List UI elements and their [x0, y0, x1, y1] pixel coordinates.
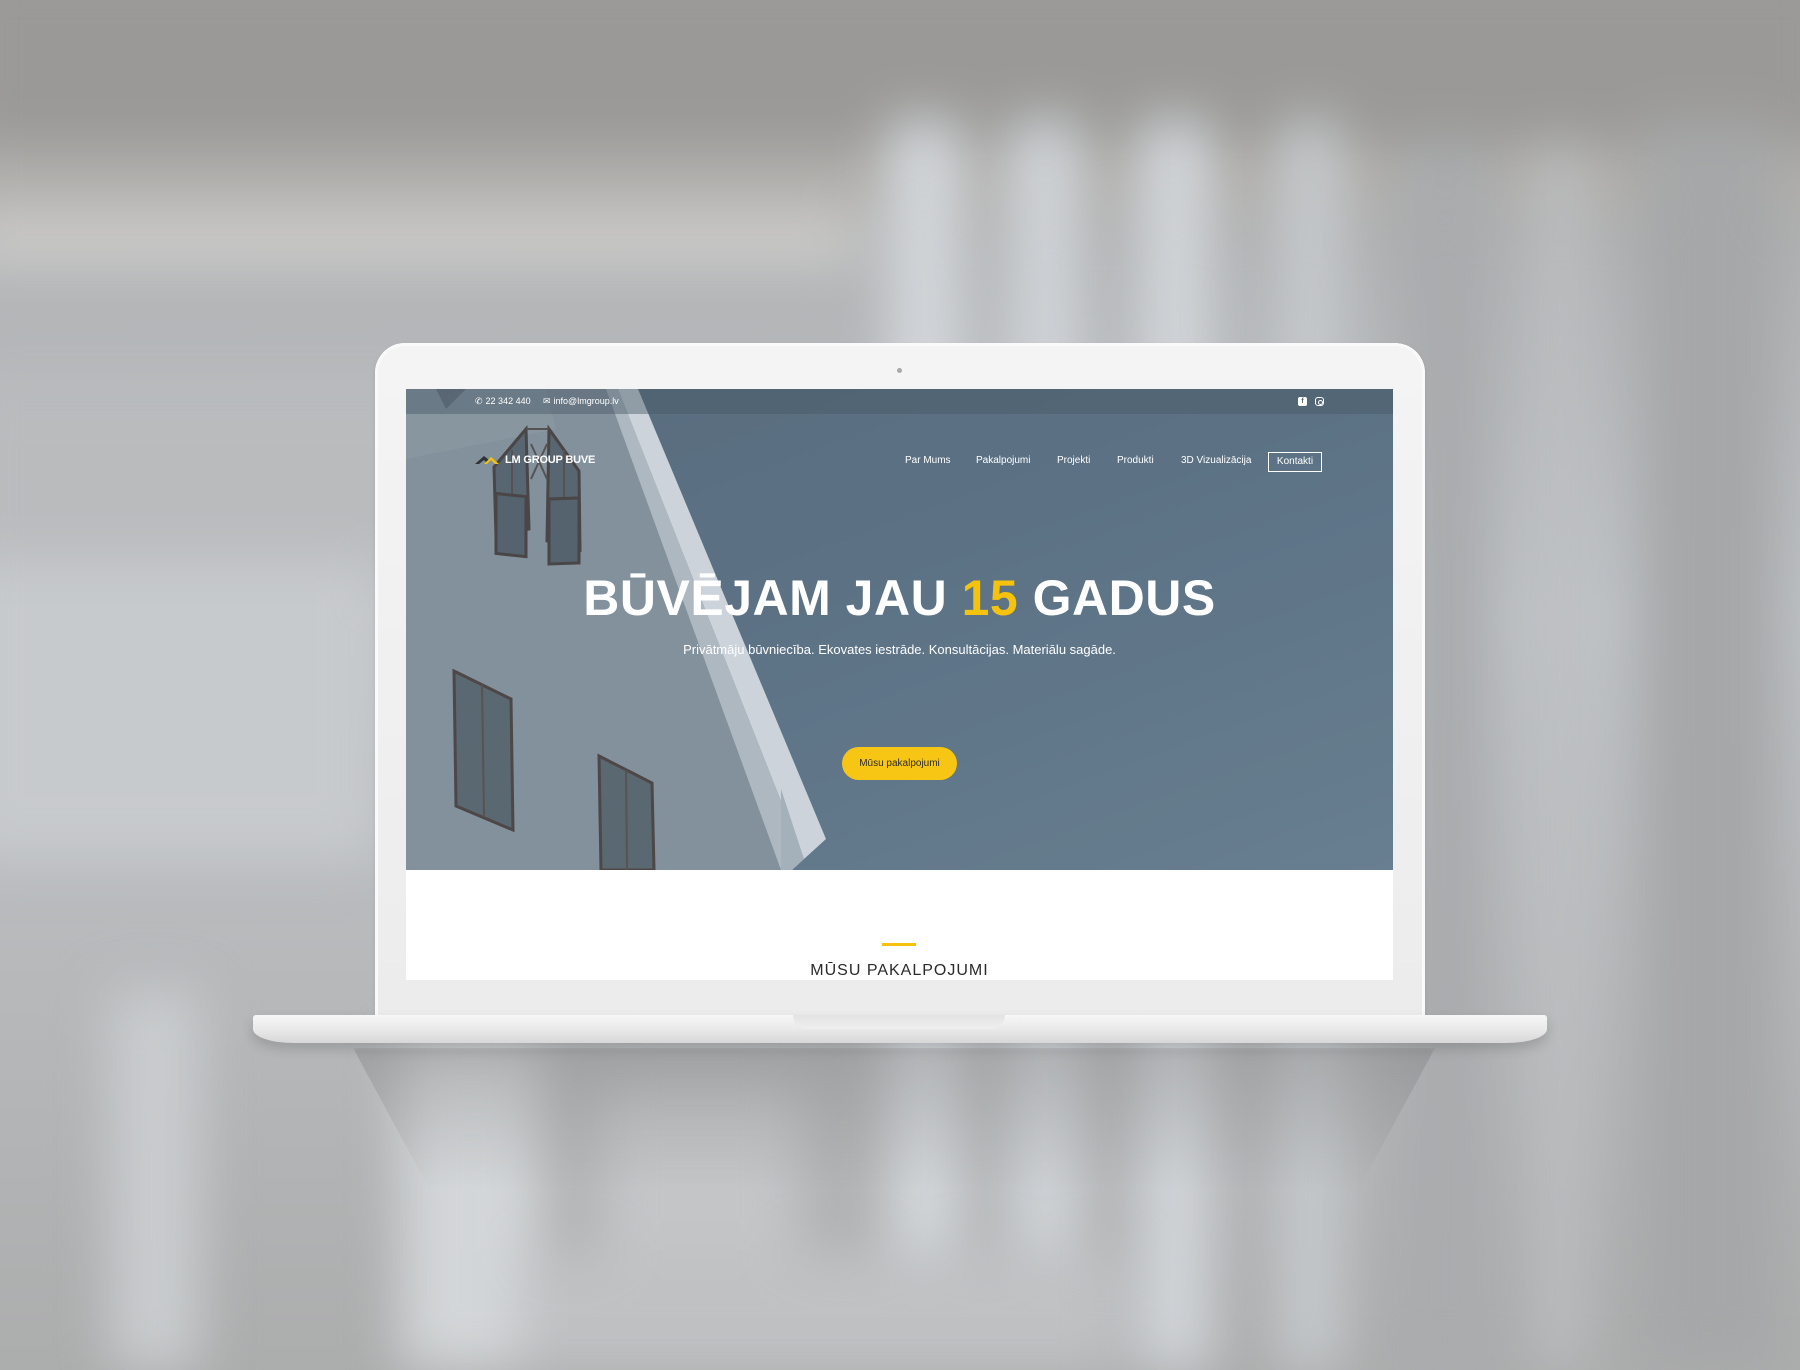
hero-title-accent: 15 [961, 570, 1019, 626]
camera-dot [897, 368, 902, 373]
instagram-icon[interactable] [1315, 397, 1324, 406]
email-address: info@lmgroup.lv [553, 396, 619, 406]
hero-section: ✆ 22 342 440 ✉ info@lmgroup.lv f LM GROU… [406, 389, 1393, 870]
top-contact-bar: ✆ 22 342 440 ✉ info@lmgroup.lv f [406, 389, 1393, 414]
hero-subtitle: Privātmāju būvniecība. Ekovates iestrāde… [683, 642, 1116, 657]
facebook-icon[interactable]: f [1298, 397, 1307, 406]
site-logo[interactable]: LM GROUP BUVE [475, 454, 595, 466]
nav-item-produkti[interactable]: Produkti [1117, 455, 1154, 466]
section-title: MŪSU PAKALPOJUMI [810, 962, 989, 979]
roof-logo-icon [475, 456, 499, 464]
laptop-screen: ✆ 22 342 440 ✉ info@lmgroup.lv f LM GROU… [406, 389, 1393, 980]
section-accent-line [882, 943, 916, 946]
phone-icon: ✆ [475, 395, 483, 406]
nav-item-3d-vizualizacija[interactable]: 3D Vizualizācija [1181, 455, 1251, 466]
phone-number: 22 342 440 [485, 396, 531, 406]
laptop-notch [793, 1015, 1005, 1029]
nav-item-par-mums[interactable]: Par Mums [905, 455, 951, 466]
nav-item-pakalpojumi[interactable]: Pakalpojumi [976, 455, 1030, 466]
email-contact[interactable]: ✉ info@lmgroup.lv [543, 396, 619, 406]
services-button[interactable]: Mūsu pakalpojumi [842, 747, 957, 780]
hero-title-start: BŪVĒJAM JAU [583, 570, 962, 626]
logo-text: LM GROUP BUVE [505, 454, 596, 466]
phone-contact[interactable]: ✆ 22 342 440 [475, 396, 531, 406]
hero-title-end: GADUS [1018, 570, 1216, 626]
nav-contact-button[interactable]: Kontakti [1268, 452, 1322, 472]
nav-item-projekti[interactable]: Projekti [1057, 455, 1090, 466]
envelope-icon: ✉ [543, 395, 551, 406]
laptop-base [253, 1015, 1547, 1043]
laptop-reflection [353, 1048, 1435, 1188]
hero-title: BŪVĒJAM JAU 15 GADUS [406, 569, 1393, 627]
